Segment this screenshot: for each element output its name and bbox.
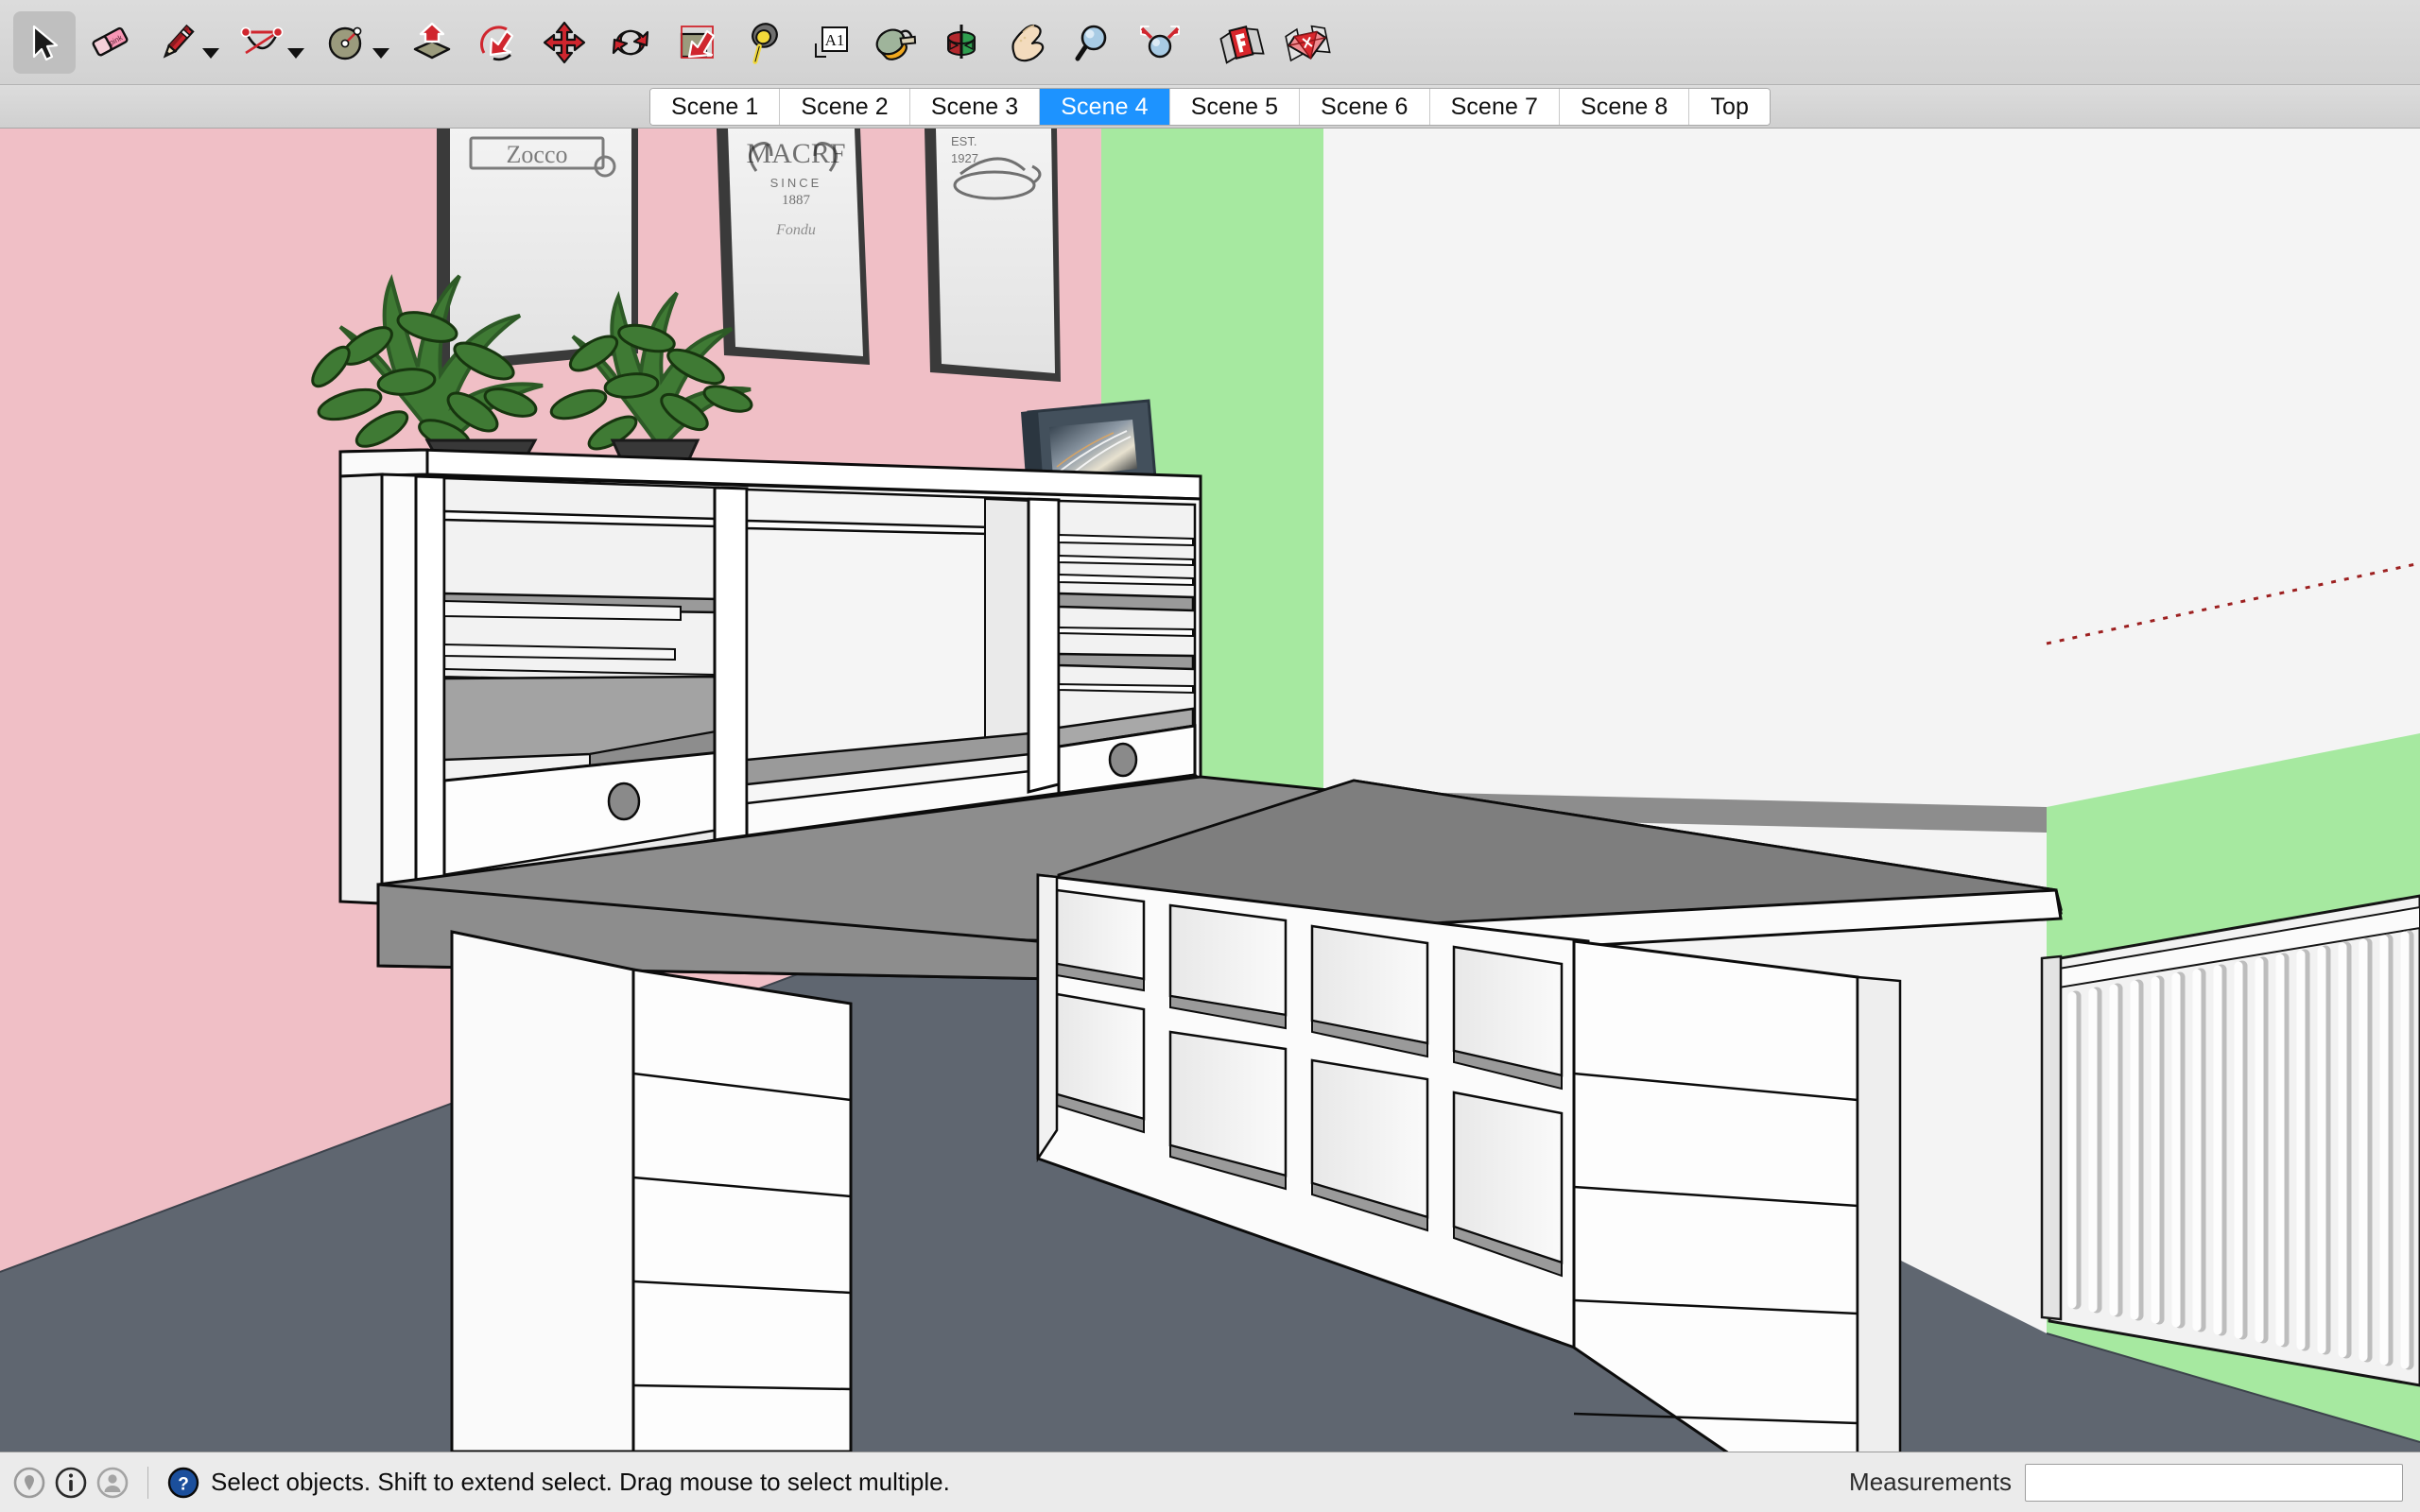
- push-pull-tool-icon: [413, 22, 451, 59]
- rotate-tool-icon: [612, 29, 649, 55]
- circle-tool-icon: [328, 26, 362, 60]
- extension-warehouse-icon: [1285, 25, 1331, 61]
- hutch-bay-right: [1057, 499, 1197, 798]
- measurements-label: Measurements: [1849, 1468, 2012, 1496]
- follow-me-tool-icon: [480, 25, 514, 60]
- line-tool-chevron-down-icon[interactable]: [202, 47, 219, 59]
- poster-macrf[interactable]: MACRF SINCE 1887 Fondu: [717, 129, 870, 365]
- move-tool-icon: [543, 21, 586, 63]
- line-tool-icon: [163, 24, 195, 59]
- dimension-tool[interactable]: A1: [798, 11, 860, 74]
- geo-location-icon[interactable]: [13, 1467, 45, 1499]
- cubby-column-3: [1310, 924, 1429, 1232]
- svg-text:MACRF: MACRF: [746, 138, 845, 169]
- arc-tool-chevron-down-icon[interactable]: [287, 47, 304, 59]
- tape-measure-tool[interactable]: [732, 11, 794, 74]
- hutch-bay-left: [442, 476, 722, 888]
- arc-tool-icon: [240, 26, 284, 54]
- status-divider: [147, 1466, 148, 1499]
- hutch-drawer-right-knob: [1108, 742, 1138, 778]
- scene-tab-2[interactable]: Scene 2: [780, 89, 910, 125]
- 3d-warehouse-tool[interactable]: [1210, 11, 1272, 74]
- model-viewport[interactable]: Zocco MACRF SINCE 1887 Fondu EST. 1927: [0, 129, 2420, 1452]
- status-icon-group: ?: [13, 1466, 199, 1499]
- dimension-glyph-label: A1: [825, 31, 845, 49]
- wall-art-group: Zocco MACRF SINCE 1887 Fondu EST. 1927: [437, 129, 1061, 382]
- zoom-extents-tool-icon: [1140, 25, 1180, 58]
- pan-hand-tool-icon: [1011, 24, 1045, 61]
- svg-text:1887: 1887: [782, 193, 811, 208]
- follow-me-tool[interactable]: [467, 11, 529, 74]
- credits-icon[interactable]: [96, 1467, 129, 1499]
- svg-text:1927: 1927: [951, 151, 978, 165]
- shapes-tool-chevron-down-icon[interactable]: [372, 47, 389, 59]
- eraser-tool[interactable]: pink: [79, 11, 142, 74]
- scene-tab-7[interactable]: Scene 7: [1429, 89, 1560, 125]
- scene-tab-top[interactable]: Top: [1689, 89, 1771, 125]
- help-icon[interactable]: ?: [167, 1467, 199, 1499]
- hutch-drawer-left-knob: [607, 782, 641, 821]
- extension-warehouse-tool[interactable]: [1276, 11, 1339, 74]
- scene-tab-4[interactable]: Scene 4: [1040, 89, 1170, 125]
- svg-text:Fondu: Fondu: [775, 222, 816, 238]
- pan-tool[interactable]: [996, 11, 1059, 74]
- cubby-column-2: [1168, 903, 1288, 1191]
- paint-bucket-tool[interactable]: [864, 11, 926, 74]
- wall-radiator[interactable]: [2040, 894, 2420, 1387]
- paint-bucket-tool-icon: [875, 27, 917, 60]
- measurements-input[interactable]: [2025, 1463, 2403, 1502]
- move-tool[interactable]: [533, 11, 596, 74]
- section-plane-tool-icon: [947, 24, 976, 59]
- wall-back-white: [1323, 129, 2047, 807]
- section-plane-tool[interactable]: [930, 11, 993, 74]
- line-tool[interactable]: [146, 11, 219, 74]
- svg-text:?: ?: [178, 1474, 189, 1494]
- svg-text:SINCE: SINCE: [770, 176, 822, 190]
- select-tool[interactable]: [13, 10, 76, 74]
- model-info-icon[interactable]: [55, 1467, 87, 1499]
- zoom-tool[interactable]: [1063, 11, 1125, 74]
- scene-tab-6[interactable]: Scene 6: [1300, 89, 1430, 125]
- zoom-tool-icon: [1075, 25, 1107, 60]
- poster-coffee[interactable]: EST. 1927: [925, 129, 1061, 382]
- scene-tab-8[interactable]: Scene 8: [1560, 89, 1690, 125]
- zoom-extents-tool[interactable]: [1129, 11, 1191, 74]
- dimension-tool-icon: A1: [815, 26, 848, 58]
- status-hint-text: Select objects. Shift to extend select. …: [211, 1468, 950, 1496]
- scene-tab-3[interactable]: Scene 3: [909, 89, 1041, 125]
- scale-tool-icon: [680, 25, 716, 59]
- arc-tool[interactable]: [231, 11, 304, 74]
- select-tool-icon: [32, 25, 59, 60]
- hutch-bay-center: [745, 488, 1032, 805]
- scene-tabs-bar: Scene 1 Scene 2 Scene 3 Scene 4 Scene 5 …: [0, 85, 2420, 129]
- scene-tabs: Scene 1 Scene 2 Scene 3 Scene 4 Scene 5 …: [648, 88, 1772, 126]
- rotate-tool[interactable]: [599, 11, 662, 74]
- svg-text:EST.: EST.: [951, 134, 977, 148]
- main-toolbar: pink A1: [0, 0, 2420, 85]
- svg-text:Zocco: Zocco: [507, 141, 568, 168]
- scene-tab-5[interactable]: Scene 5: [1169, 89, 1301, 125]
- cubby-column-4: [1452, 945, 1564, 1278]
- eraser-tool-icon: pink: [92, 26, 129, 56]
- sketchup-window: pink A1 Scene 1 Scene 2 Scene 3 Scene 4 …: [0, 0, 2420, 1512]
- model-canvas[interactable]: Zocco MACRF SINCE 1887 Fondu EST. 1927: [0, 129, 2420, 1452]
- tape-measure-tool-icon: [752, 22, 778, 64]
- scale-tool[interactable]: [666, 11, 728, 74]
- cubby-column-1: [1055, 888, 1146, 1134]
- measurements-box: Measurements: [1849, 1463, 2407, 1502]
- drawer-pedestal-right[interactable]: [1572, 939, 1902, 1452]
- push-pull-tool[interactable]: [401, 11, 463, 74]
- 3d-warehouse-icon: [1219, 25, 1265, 64]
- status-bar: ? Select objects. Shift to extend select…: [0, 1452, 2420, 1512]
- drawer-pedestal-left[interactable]: [450, 930, 853, 1452]
- scene-tab-1[interactable]: Scene 1: [649, 89, 781, 125]
- shapes-tool[interactable]: [316, 11, 389, 74]
